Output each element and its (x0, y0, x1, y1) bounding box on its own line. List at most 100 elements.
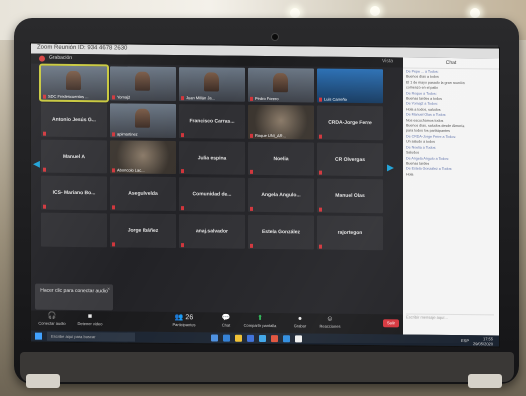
muted-mic-icon (181, 206, 184, 211)
participant-name: Antonio Jesús G... (52, 116, 96, 123)
participant-tile[interactable]: Noelia (248, 141, 314, 176)
chat-message: Buenas tardes (406, 161, 430, 166)
participant-tile[interactable]: Aboncolo Lac... (110, 140, 176, 175)
muted-mic-icon (319, 244, 322, 249)
zoom-icon[interactable] (283, 335, 290, 343)
participant-tile[interactable] (41, 212, 107, 248)
leave-button[interactable]: Salir (383, 319, 399, 328)
windows-start-icon[interactable] (35, 332, 42, 340)
chat-message: De Noelia a Todos: (406, 145, 437, 150)
participant-name: Yomaj2 (117, 94, 131, 100)
chat-message: Hola a todos, saludos (406, 107, 441, 112)
participant-tile[interactable]: Francisco Carras... (179, 103, 245, 139)
participant-name: CR Olvergas (334, 156, 366, 163)
record-button[interactable]: ● Grabar (283, 314, 317, 329)
participant-tile[interactable]: Manuel A (41, 139, 107, 174)
muted-mic-icon (250, 243, 253, 249)
participant-tile[interactable]: Estela González (248, 215, 314, 250)
chat-message: De Yomaj2 a Todos: (406, 101, 438, 107)
participant-tile[interactable]: Asegulvelda (110, 176, 176, 212)
share-icon: ⬆ (257, 314, 263, 322)
chrome-icon[interactable] (295, 335, 302, 343)
connect-audio-tooltip[interactable]: Hacer clic para conectar audio × (35, 283, 113, 311)
chat-message: Buenos días, saludos desde Almería (406, 123, 465, 129)
chat-message: Buenos días a todos (406, 74, 439, 80)
participant-tile[interactable]: CR Olvergas (317, 142, 383, 177)
chat-message: De Roque a Todos: (406, 91, 437, 96)
muted-mic-icon (181, 95, 184, 100)
chat-message: El 1 de mayo pasado la gran reunión (406, 80, 465, 85)
chat-messages: De Pepe ... a Todos: Buenos días a todos E… (406, 69, 496, 300)
mail-icon[interactable] (259, 334, 266, 343)
participant-tile[interactable]: SDC Fredescuentos ... (39, 63, 109, 103)
share-label: Compartir pantalla (243, 322, 277, 329)
chat-icon: 💬 (221, 314, 231, 322)
participant-tile[interactable]: rajortegon (317, 215, 383, 251)
language-indicator[interactable]: ESP (461, 338, 469, 343)
muted-mic-icon (250, 170, 253, 175)
taskbar-clock[interactable]: 17:55 29/05/2020 (473, 336, 493, 346)
participant-tile[interactable]: Manuel Olas (317, 179, 383, 214)
muted-mic-icon (181, 132, 184, 137)
participant-tile[interactable]: Angela Angulo... (248, 178, 314, 213)
participant-name: Francisco Carras... (189, 117, 235, 125)
folder-icon[interactable] (235, 334, 242, 342)
participant-tile[interactable]: Julia espina (179, 140, 245, 176)
participant-name: Manuel Olas (335, 193, 365, 200)
muted-mic-icon (181, 169, 184, 174)
participant-tile[interactable]: apimartinez (110, 103, 176, 138)
muted-mic-icon (112, 132, 115, 137)
muted-mic-icon (112, 95, 115, 100)
participant-name: Roque UNI_AR... (255, 132, 286, 138)
chat-message: De Manuel Olas a Todos: (406, 112, 447, 118)
participant-tile[interactable]: anaj.salvador (179, 214, 245, 249)
participant-tile[interactable]: Yomaj2 (110, 66, 176, 101)
chat-message: Hola (406, 172, 414, 177)
chat-message: De Angela Angulo a Todos: (406, 155, 450, 161)
participant-tile[interactable]: Pedro Forero (248, 67, 314, 103)
participant-name: Juan Millán Ja... (186, 95, 215, 101)
muted-mic-icon (319, 207, 322, 212)
edge-icon[interactable] (223, 334, 230, 342)
participant-name: Comunidad de... (192, 191, 232, 199)
participant-name: anaj.salvador (196, 228, 228, 235)
laptop-hinge (20, 352, 514, 382)
next-page-arrow-icon[interactable]: ▶ (387, 162, 394, 173)
participant-tile[interactable]: Roque UNI_AR... (248, 104, 314, 140)
chat-message: comenzó en el patio (406, 85, 439, 91)
participant-tile[interactable]: Jorge Ibáñez (110, 213, 176, 249)
taskbar-search[interactable]: Escribe aquí para buscar (47, 331, 135, 342)
participant-tile[interactable]: Comunidad de... (179, 177, 245, 213)
participant-name: Asegulvelda (128, 190, 158, 198)
audio-icon: 🎧 (47, 312, 57, 320)
laptop-foot (26, 374, 60, 388)
close-icon[interactable]: × (107, 286, 110, 293)
chat-label: Chat (221, 322, 231, 328)
participant-tile[interactable]: ICS- Mariano Bo... (41, 176, 107, 211)
participants-button[interactable]: 👥 26 Participantes (167, 313, 201, 328)
participant-tile[interactable]: Antonio Jesús G... (41, 102, 107, 138)
muted-mic-icon (43, 131, 46, 136)
participant-name: Noelia (273, 155, 289, 162)
record-label: Grabar (293, 323, 307, 329)
participant-tile[interactable]: Juan Millán Ja... (179, 67, 245, 102)
reactions-button[interactable]: ☺ Reacciones (313, 315, 347, 330)
participant-tile[interactable]: Luis Carreño (317, 68, 383, 104)
chat-input[interactable]: Escribir mensaje aquí... (406, 313, 494, 330)
participant-tile[interactable]: CRDA-Jorge Ferre (317, 105, 383, 140)
taskview-icon[interactable] (211, 334, 218, 342)
participants-label: Participantes (172, 322, 196, 328)
store-icon[interactable] (247, 334, 254, 342)
office-icon[interactable] (271, 335, 278, 343)
chat-header: Chat (403, 57, 499, 70)
participant-video (66, 71, 81, 91)
view-button[interactable]: Vista (382, 58, 393, 64)
share-button[interactable]: ⬆ Compartir pantalla (243, 314, 277, 329)
audio-button[interactable]: 🎧 Conectar audio (35, 312, 69, 327)
chat-message: De CRDA-Jorge Ferre a Todos: (406, 134, 457, 139)
muted-mic-icon (112, 242, 115, 247)
chat-button[interactable]: 💬 Chat (209, 313, 243, 328)
video-icon: ■ (87, 313, 93, 321)
prev-page-arrow-icon[interactable]: ◀ (33, 159, 40, 170)
video-button[interactable]: ■ Detener video (73, 312, 107, 327)
